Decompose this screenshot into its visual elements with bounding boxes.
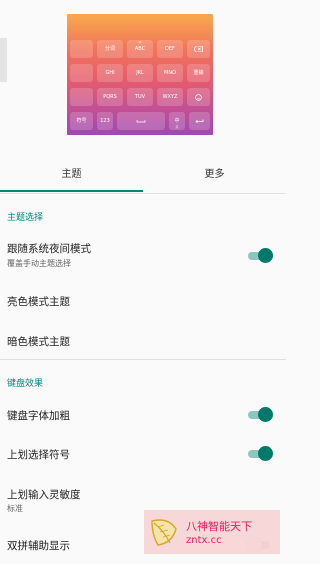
keyboard-preview-area: 分词 @ ABC DEF GHI JKL MNO 重输 PQRS TUV WXY… — [0, 0, 286, 150]
kb-key-123: 123 — [97, 112, 113, 130]
kb-key-label: GHI — [105, 69, 115, 76]
kb-key-ghi: GHI — [97, 64, 123, 82]
keyboard-preview: 分词 @ ABC DEF GHI JKL MNO 重输 PQRS TUV WXY… — [67, 14, 213, 135]
kb-key-label: 123 — [100, 117, 110, 124]
setting-dark-theme[interactable]: 暗色模式主题 — [0, 322, 286, 360]
tab-active-indicator — [0, 190, 143, 192]
kb-key-def: DEF — [157, 40, 183, 58]
setting-title: 暗色模式主题 — [7, 336, 70, 348]
setting-swipe-up-symbol[interactable]: 上划选择符号 — [0, 436, 286, 474]
setting-title: 键盘字体加粗 — [7, 410, 70, 422]
kb-key-label: DEF — [165, 45, 175, 52]
leaf-logo-icon — [151, 519, 177, 546]
section-header-keyboard: 键盘效果 — [7, 379, 44, 389]
backspace-icon — [194, 46, 203, 52]
kb-key-reinput: 重输 — [187, 64, 210, 82]
kb-key-label: 重输 — [193, 69, 204, 76]
switch-thumb — [258, 248, 273, 263]
enter-icon — [195, 119, 204, 123]
section-header-theme: 主题选择 — [7, 213, 44, 223]
watermark-url: zntx.cc — [186, 535, 222, 546]
watermark-title: 八神智能天下 — [186, 520, 252, 533]
kb-key-jkl: JKL — [127, 64, 153, 82]
tab-more-label: 更多 — [204, 168, 225, 180]
kb-key-symbol: 符号 — [70, 112, 93, 130]
kb-key-wxyz: WXYZ — [157, 88, 183, 106]
kb-key-left-1 — [70, 40, 93, 58]
tab-theme-label: 主题 — [61, 168, 82, 180]
kb-key-left-2 — [70, 64, 93, 82]
kb-key-left-3 — [70, 88, 93, 106]
side-handle[interactable] — [0, 38, 7, 82]
kb-key-tuv: TUV — [127, 88, 153, 106]
tab-bar: 主题 更多 — [0, 150, 286, 194]
kb-key-label: 符号 — [76, 117, 87, 124]
kb-key-emoji — [187, 88, 210, 106]
toggle-switch-swipe-symbol[interactable] — [248, 445, 273, 463]
setting-bold-keyboard-font[interactable]: 键盘字体加粗 — [0, 396, 286, 434]
setting-light-theme[interactable]: 亮色模式主题 — [0, 282, 286, 320]
kb-key-label: TUV — [134, 93, 146, 100]
setting-subtitle: 覆盖手动主题选择 — [7, 259, 71, 268]
kb-key-label: 中 — [174, 117, 180, 124]
switch-thumb — [258, 407, 273, 422]
kb-key-label: ABC — [134, 45, 146, 52]
setting-title: 上划输入灵敏度 — [7, 489, 81, 501]
kb-key-backspace — [187, 40, 210, 58]
switch-thumb — [258, 446, 273, 461]
kb-key-label: WXYZ — [162, 93, 178, 100]
toggle-switch-bold-font[interactable] — [248, 406, 273, 424]
setting-follow-system-night-mode[interactable]: 跟随系统夜间模式 覆盖手动主题选择 — [0, 232, 286, 274]
setting-title: 亮色模式主题 — [7, 296, 70, 308]
kb-key-enter — [189, 112, 210, 130]
kb-key-label: MNO — [164, 69, 176, 76]
toggle-switch-night-mode[interactable] — [248, 247, 273, 265]
section-divider — [0, 359, 286, 360]
kb-key-space — [117, 112, 165, 130]
kb-key-abc: @ ABC — [127, 40, 153, 58]
kb-key-sub: 英 — [175, 125, 179, 129]
kb-key-lang: 中 英 — [169, 112, 185, 130]
tab-theme[interactable]: 主题 — [0, 150, 143, 194]
watermark: 八神智能天下 zntx.cc — [144, 510, 280, 554]
kb-key-fenci: 分词 — [97, 40, 123, 58]
kb-key-pqrs: PQRS — [97, 88, 123, 106]
kb-key-label: JKL — [136, 69, 144, 76]
setting-title: 双拼辅助显示 — [7, 540, 70, 552]
kb-key-sub: @ — [138, 40, 142, 44]
emoji-icon — [195, 93, 202, 101]
kb-key-label: 分词 — [104, 45, 115, 52]
kb-key-label: PQRS — [103, 93, 117, 100]
setting-title: 上划选择符号 — [7, 449, 70, 461]
setting-subtitle: 标准 — [7, 504, 23, 513]
tabs-divider — [0, 193, 286, 194]
kb-key-mno: MNO — [157, 64, 183, 82]
space-icon — [136, 120, 146, 123]
setting-title: 跟随系统夜间模式 — [7, 243, 91, 255]
tab-more[interactable]: 更多 — [143, 150, 286, 194]
